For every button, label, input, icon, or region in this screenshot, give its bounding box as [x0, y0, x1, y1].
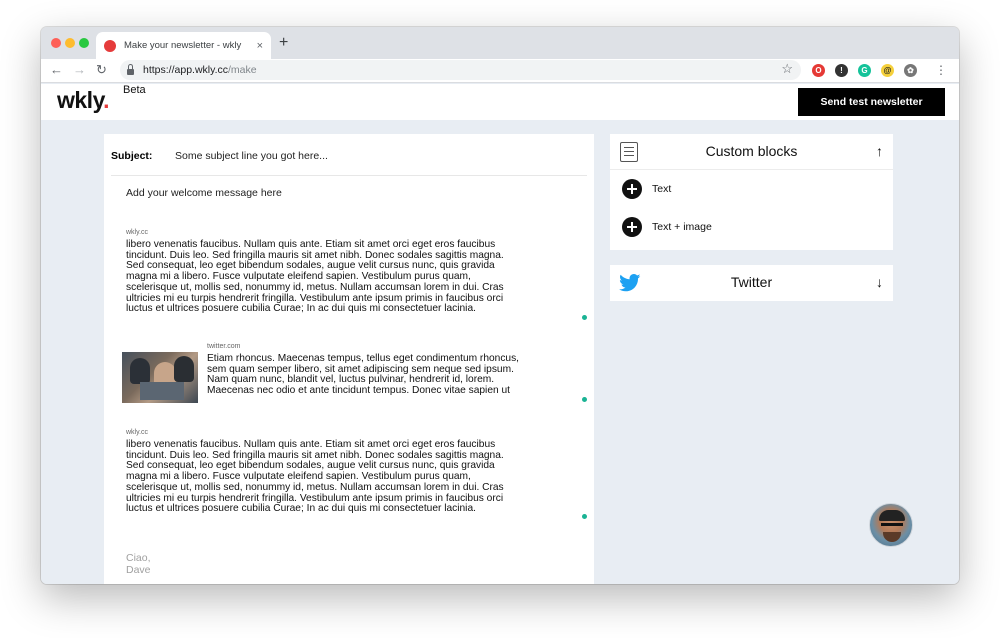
browser-window: Make your newsletter - wkly × + ← → ↻ ht… [41, 27, 959, 584]
custom-blocks-title: Custom blocks [705, 143, 798, 159]
welcome-message[interactable]: Add your welcome message here [126, 187, 282, 199]
browser-tab[interactable]: Make your newsletter - wkly × [96, 32, 271, 59]
lock-icon [127, 63, 134, 75]
text-line: luctus et ultrices posuere cubilia Curae… [126, 503, 476, 515]
url-text: https://app.wkly.cc/make [143, 64, 257, 76]
custom-blocks-panel: Custom blocks ↑ Text Text + image [610, 134, 893, 250]
twitter-header[interactable]: Twitter ↓ [610, 265, 893, 301]
send-test-newsletter-button[interactable]: Send test newsletter [798, 88, 945, 116]
signoff-line: Dave [126, 564, 151, 576]
user-avatar[interactable] [869, 503, 913, 547]
add-text-block-button[interactable]: Text [622, 179, 671, 199]
url-host: https://app.wkly.cc [143, 64, 229, 76]
text-line: Maecenas nec odio et ante tincidunt temp… [207, 385, 510, 397]
block-text: libero venenatis faucibus. Nullam quis a… [126, 439, 588, 515]
plus-icon [622, 217, 642, 237]
block-source: wkly.cc [126, 429, 149, 436]
bookmark-star-icon[interactable]: ☆ [781, 62, 793, 76]
tweet-thumbnail-image [122, 352, 198, 403]
incognito-icon[interactable]: ✿ [904, 64, 917, 77]
subject-input[interactable]: Some subject line you got here... [175, 150, 328, 162]
custom-blocks-header[interactable]: Custom blocks ↑ [610, 134, 893, 170]
arrow-up-icon[interactable]: ↑ [876, 143, 883, 159]
opera-icon[interactable]: O [812, 64, 825, 77]
text-line: scelerisque ut, mollis sed, nonummy id, … [126, 481, 504, 493]
back-button[interactable]: ← [50, 62, 63, 78]
drag-handle[interactable] [582, 514, 587, 519]
app-header: wkly. Beta Send test newsletter [41, 84, 959, 120]
maximize-window-icon[interactable] [79, 38, 89, 48]
block-item-label: Text [652, 183, 672, 195]
info-icon[interactable]: ! [835, 64, 848, 77]
reload-button[interactable]: ↻ [96, 62, 107, 78]
close-window-icon[interactable] [51, 38, 61, 48]
signoff-line: Ciao, [126, 552, 151, 564]
newsletter-editor: Subject: Some subject line you got here.… [104, 134, 594, 584]
subject-label: Subject: [111, 150, 153, 162]
main-content: Subject: Some subject line you got here.… [41, 120, 959, 584]
tab-close-icon[interactable]: × [257, 40, 263, 52]
tab-strip: Make your newsletter - wkly × + [41, 27, 959, 59]
block-source: wkly.cc [126, 229, 149, 236]
url-path: /make [228, 64, 257, 76]
arrow-down-icon[interactable]: ↓ [876, 274, 883, 290]
tab-title: Make your newsletter - wkly [124, 40, 242, 51]
add-text-image-block-button[interactable]: Text + image [622, 217, 712, 237]
forward-button[interactable]: → [73, 62, 86, 78]
plus-icon [622, 179, 642, 199]
block-item-label: Text + image [652, 221, 712, 233]
at-mention-icon[interactable]: @ [881, 64, 894, 77]
favicon-icon [104, 39, 116, 52]
beta-label: Beta [123, 84, 146, 96]
content-block[interactable]: wkly.cc libero venenatis faucibus. Nulla… [126, 429, 588, 515]
content-block[interactable]: wkly.cc libero venenatis faucibus. Nulla… [126, 229, 588, 315]
block-text: libero venenatis faucibus. Nullam quis a… [126, 239, 588, 315]
twitter-title: Twitter [730, 274, 773, 290]
grammarly-icon[interactable]: G [858, 64, 871, 77]
tweet-block[interactable]: twitter.com Etiam rhoncus. Maecenas temp… [207, 343, 587, 397]
text-line: scelerisque ut, mollis sed, nonummy id, … [126, 281, 504, 293]
new-tab-button[interactable]: + [279, 35, 288, 51]
signoff-text[interactable]: Ciao, Dave [126, 552, 151, 576]
wkly-logo[interactable]: wkly. [57, 87, 110, 114]
drag-handle[interactable] [582, 397, 587, 402]
logo-dot: . [103, 87, 110, 113]
drag-handle[interactable] [582, 315, 587, 320]
logo-text: wkly [57, 87, 104, 113]
browser-menu-icon[interactable]: ⋮ [935, 63, 947, 77]
twitter-panel: Twitter ↓ [610, 265, 893, 301]
block-text: Etiam rhoncus. Maecenas tempus, tellus e… [207, 353, 587, 397]
block-source: twitter.com [207, 343, 241, 350]
text-line: luctus et ultrices posuere cubilia Curae… [126, 303, 476, 315]
minimize-window-icon[interactable] [65, 38, 75, 48]
subject-row: Subject: Some subject line you got here.… [111, 148, 587, 176]
browser-toolbar: ← → ↻ https://app.wkly.cc/make ☆ O! G @ ✿ ⋮ [41, 59, 959, 83]
address-bar[interactable]: https://app.wkly.cc/make ☆ [120, 60, 801, 80]
